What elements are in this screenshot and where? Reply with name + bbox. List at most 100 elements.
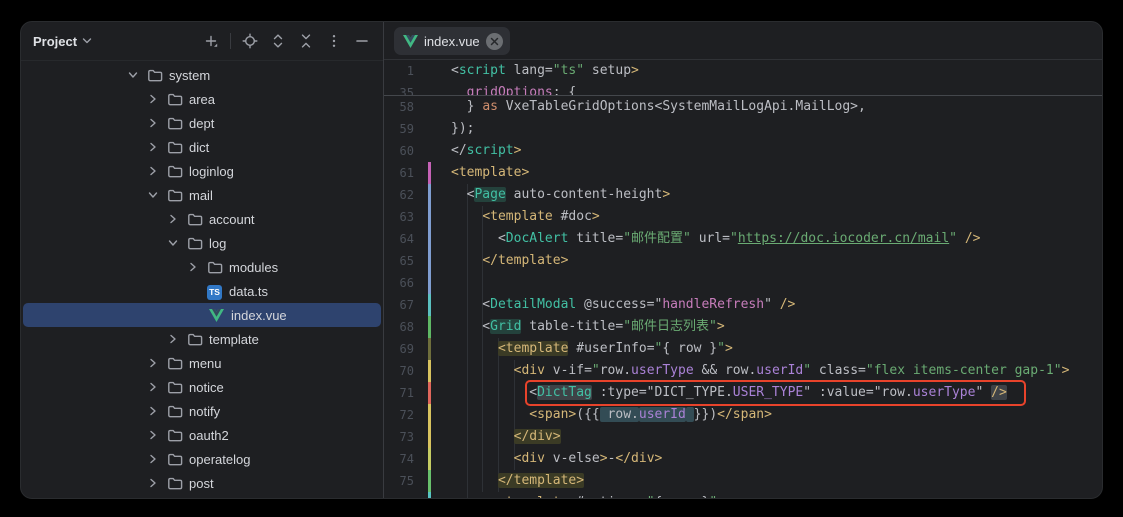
- tree-toggle[interactable]: [166, 212, 186, 226]
- tree-row-log[interactable]: log: [21, 231, 383, 255]
- line-number[interactable]: 62: [384, 184, 428, 206]
- locate-opened-file-button[interactable]: [239, 30, 261, 52]
- line-number[interactable]: 1: [384, 60, 428, 82]
- tree-row-template[interactable]: template: [21, 327, 383, 351]
- tree-toggle[interactable]: [146, 380, 166, 394]
- tree-row-area[interactable]: area: [21, 87, 383, 111]
- collapse-all-button[interactable]: [295, 30, 317, 52]
- tree-row-clipped[interactable]: [21, 495, 383, 498]
- toolbar-separator: [230, 33, 231, 49]
- line-number[interactable]: 64: [384, 228, 428, 250]
- line-number[interactable]: 66: [384, 272, 428, 294]
- code-line-35[interactable]: 35 gridOptions: {: [384, 82, 1102, 96]
- tree-row-oauth2[interactable]: oauth2: [21, 423, 383, 447]
- tree-toggle[interactable]: [146, 188, 166, 202]
- line-number[interactable]: 71: [384, 382, 428, 404]
- tree-row-post[interactable]: post: [21, 471, 383, 495]
- code-line-75[interactable]: 75 </template>: [384, 470, 1102, 492]
- tab-close-button[interactable]: [486, 33, 503, 50]
- code-line-74[interactable]: 74 <div v-else>-</div>: [384, 448, 1102, 470]
- tree-toggle[interactable]: [186, 260, 206, 274]
- code-line-70[interactable]: 70 <div v-if="row.userType && row.userId…: [384, 360, 1102, 382]
- code-text: gridOptions: {: [431, 82, 576, 96]
- line-number[interactable]: 72: [384, 404, 428, 426]
- code-line-61[interactable]: 61<template>: [384, 162, 1102, 184]
- tree-toggle[interactable]: [166, 332, 186, 346]
- hide-panel-button[interactable]: [351, 30, 373, 52]
- code-area[interactable]: 58 } as VxeTableGridOptions<SystemMailLo…: [384, 96, 1102, 498]
- code-line-58[interactable]: 58 } as VxeTableGridOptions<SystemMailLo…: [384, 96, 1102, 118]
- code-text: <div v-else>-</div>: [431, 448, 662, 470]
- code-line-59[interactable]: 59});: [384, 118, 1102, 140]
- project-view-switcher[interactable]: Project: [33, 34, 92, 49]
- tree-toggle[interactable]: [146, 356, 166, 370]
- code-line-72[interactable]: 72 <span>({{ row.userId }})</span>: [384, 404, 1102, 426]
- line-number[interactable]: 69: [384, 338, 428, 360]
- tree-row-notice[interactable]: notice: [21, 375, 383, 399]
- add-button[interactable]: [200, 30, 222, 52]
- gutter-change-bar: [428, 250, 431, 272]
- code-line-68[interactable]: 68 <Grid table-title="邮件日志列表">: [384, 316, 1102, 338]
- code-line-67[interactable]: 67 <DetailModal @success="handleRefresh"…: [384, 294, 1102, 316]
- tree-row-dict[interactable]: dict: [21, 135, 383, 159]
- tree-toggle[interactable]: [146, 116, 166, 130]
- tree-toggle[interactable]: [146, 92, 166, 106]
- tree-toggle[interactable]: [146, 428, 166, 442]
- line-number[interactable]: 65: [384, 250, 428, 272]
- tab-index-vue[interactable]: index.vue: [394, 27, 510, 55]
- tree-row-system[interactable]: system: [21, 63, 383, 87]
- line-number[interactable]: 67: [384, 294, 428, 316]
- tree-row-dept[interactable]: dept: [21, 111, 383, 135]
- tree-row-loginlog[interactable]: loginlog: [21, 159, 383, 183]
- code-line-73[interactable]: 73 </div>: [384, 426, 1102, 448]
- code-line-60[interactable]: 60</script>: [384, 140, 1102, 162]
- tree-toggle[interactable]: [146, 164, 166, 178]
- line-number[interactable]: 60: [384, 140, 428, 162]
- line-number[interactable]: 70: [384, 360, 428, 382]
- line-number[interactable]: 59: [384, 118, 428, 140]
- more-options-button[interactable]: [323, 30, 345, 52]
- line-number[interactable]: 76: [384, 492, 428, 498]
- code-text: [431, 272, 451, 294]
- tree-item-icon: [208, 307, 225, 323]
- line-number[interactable]: 73: [384, 426, 428, 448]
- line-number[interactable]: 68: [384, 316, 428, 338]
- code-line-64[interactable]: 64 <DocAlert title="邮件配置" url="https://d…: [384, 228, 1102, 250]
- tree-toggle[interactable]: [166, 236, 186, 250]
- line-number[interactable]: 58: [384, 96, 428, 118]
- code-line-66[interactable]: 66: [384, 272, 1102, 294]
- tree-item-icon: [186, 235, 203, 251]
- tree-row-notify[interactable]: notify: [21, 399, 383, 423]
- code-text: <div v-if="row.userType && row.userId" c…: [431, 360, 1069, 382]
- tree-row-mail[interactable]: mail: [21, 183, 383, 207]
- code-line-69[interactable]: 69 <template #userInfo="{ row }">: [384, 338, 1102, 360]
- gutter-change-bar: [428, 382, 431, 404]
- code-line-1[interactable]: 1<script lang="ts" setup>: [384, 60, 1102, 82]
- tree-row-operatelog[interactable]: operatelog: [21, 447, 383, 471]
- code-line-63[interactable]: 63 <template #doc>: [384, 206, 1102, 228]
- tree-toggle[interactable]: [146, 140, 166, 154]
- folder-icon: [207, 259, 223, 275]
- tree-toggle[interactable]: [126, 68, 146, 82]
- line-number[interactable]: 74: [384, 448, 428, 470]
- tree-row-account[interactable]: account: [21, 207, 383, 231]
- tree-toggle[interactable]: [146, 476, 166, 490]
- tree-toggle[interactable]: [146, 452, 166, 466]
- code-line-71[interactable]: 71 <DictTag :type="DICT_TYPE.USER_TYPE" …: [384, 382, 1102, 404]
- code-line-76[interactable]: 76 <template #actions="{ row }">: [384, 492, 1102, 498]
- expand-all-button[interactable]: [267, 30, 289, 52]
- code-line-65[interactable]: 65 </template>: [384, 250, 1102, 272]
- tree-row-data.ts[interactable]: TSdata.ts: [21, 279, 383, 303]
- code-text: <script lang="ts" setup>: [431, 60, 639, 82]
- code-line-62[interactable]: 62 <Page auto-content-height>: [384, 184, 1102, 206]
- tree-row-modules[interactable]: modules: [21, 255, 383, 279]
- tree-row-menu[interactable]: menu: [21, 351, 383, 375]
- tree-toggle[interactable]: [146, 404, 166, 418]
- line-number[interactable]: 35: [384, 82, 428, 96]
- line-number[interactable]: 61: [384, 162, 428, 184]
- tree-row-index.vue[interactable]: index.vue: [23, 303, 381, 327]
- gutter-change-bar: [428, 272, 431, 294]
- gutter-change-bar: [428, 338, 431, 360]
- line-number[interactable]: 75: [384, 470, 428, 492]
- line-number[interactable]: 63: [384, 206, 428, 228]
